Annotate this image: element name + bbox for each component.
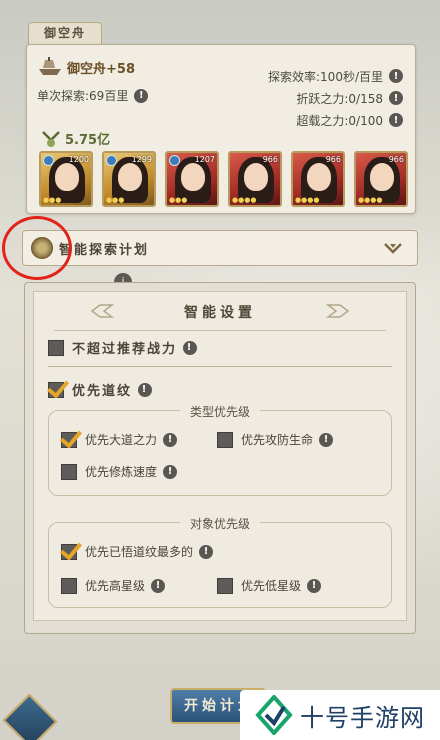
overload-power-text: 超载之力:0/100 [296,113,383,128]
hero-card[interactable]: 1207 ●●● [165,151,219,207]
settings-title: 智能设置 [184,305,256,321]
info-icon[interactable]: ! [319,432,334,447]
high-star-option[interactable]: 优先高星级 ! [61,577,166,594]
hero-level: 1200 [68,155,89,164]
highlight-circle [2,216,72,280]
ship-panel: 御空舟+58 单次探索:69百里 ! 探索效率:100秒/百里 ! 折跃之力:0… [26,44,416,214]
hero-card[interactable]: 966 ●●●● [228,151,282,207]
not-exceed-label: 不超过推荐战力 [72,342,178,357]
info-icon[interactable]: ! [307,578,322,593]
ship-name-row: 御空舟+58 [37,57,135,77]
not-exceed-power-option[interactable]: 不超过推荐战力 ! [48,338,198,357]
info-icon[interactable]: ! [163,464,178,479]
dao-power-label: 优先大道之力 [85,433,158,447]
leap-power-row: 折跃之力:0/158 ! [268,87,403,109]
ship-icon [37,57,63,77]
section-divider [48,366,392,367]
low-star-label: 优先低星级 [241,579,302,593]
info-icon[interactable]: ! [183,340,198,355]
star-icon: ●●●● [232,196,257,204]
info-icon[interactable]: ! [134,88,149,103]
prefer-dao-option[interactable]: 优先道纹 ! [48,380,153,399]
hero-level: 966 [388,155,404,164]
atk-def-life-checkbox[interactable] [217,431,233,448]
type-priority-group: 类型优先级 优先大道之力 ! 优先攻防生命 ! 优先修炼速度 ! [48,405,392,496]
most-dao-label: 优先已悟道纹最多的 [85,545,194,559]
ship-stats: 探索效率:100秒/百里 ! 折跃之力:0/158 ! 超载之力:0/100 ! [268,65,403,131]
ship-tab-title: 御空舟 [28,22,102,44]
info-icon[interactable]: ! [138,382,153,397]
info-icon[interactable]: ! [389,113,403,127]
plan-title: 智能探索计划 [59,242,150,258]
star-icon: ●●●● [295,196,320,204]
info-icon[interactable]: ! [151,578,166,593]
prefer-dao-checkbox[interactable] [48,381,64,398]
not-exceed-checkbox[interactable] [48,339,64,356]
ship-name: 御空舟+58 [67,61,135,77]
high-star-checkbox[interactable] [61,577,77,594]
cultivation-speed-option[interactable]: 优先修炼速度 ! [61,463,178,480]
explore-efficiency-row: 探索效率:100秒/百里 ! [268,65,403,87]
power-row: 5.75亿 [41,129,110,148]
hero-level: 1207 [194,155,215,164]
smart-settings-panel: 智能设置 不超过推荐战力 ! 优先道纹 ! 类型优先级 优先大道之力 ! 优先攻… [24,282,416,634]
settings-inner: 智能设置 不超过推荐战力 ! 优先道纹 ! 类型优先级 优先大道之力 ! 优先攻… [33,291,407,621]
element-badge-icon [169,155,180,166]
power-value: 5.75亿 [65,133,111,148]
info-icon[interactable]: ! [389,69,403,83]
atk-def-life-label: 优先攻防生命 [241,433,314,447]
most-dao-option[interactable]: 优先已悟道纹最多的 ! [61,543,214,560]
title-divider [54,330,386,331]
cultivation-speed-checkbox[interactable] [61,463,77,480]
target-priority-group: 对象优先级 优先已悟道纹最多的 ! 优先高星级 ! 优先低星级 ! [48,517,392,608]
info-icon[interactable]: ! [389,91,403,105]
hero-card[interactable]: 966 ●●●● [354,151,408,207]
hero-level: 1299 [131,155,152,164]
star-icon: ●●● [43,196,62,204]
wing-right-icon [326,304,350,318]
swords-icon [41,130,61,148]
most-dao-checkbox[interactable] [61,543,77,560]
element-badge-icon [43,155,54,166]
watermark-logo-icon [255,695,293,735]
hero-card[interactable]: 1299 ●●● [102,151,156,207]
cultivation-speed-label: 优先修炼速度 [85,465,158,479]
info-icon[interactable]: ! [199,544,214,559]
element-badge-icon [106,155,117,166]
single-explore-text: 单次探索:69百里 [37,89,129,103]
low-star-checkbox[interactable] [217,577,233,594]
hero-list: 1200 ●●● 1299 ●●● 1207 ●●● 966 ●●●● 966 ●●●● … [39,151,408,207]
hero-card[interactable]: 1200 ●●● [39,151,93,207]
prefer-dao-label: 优先道纹 [72,384,133,399]
hero-level: 966 [325,155,341,164]
info-icon[interactable]: ! [163,432,178,447]
atk-def-life-option[interactable]: 优先攻防生命 ! [217,431,334,448]
watermark-text: 十号手游网 [300,703,425,732]
watermark: 十号手游网 [240,690,440,740]
target-priority-label: 对象优先级 [179,517,260,531]
star-icon: ●●● [106,196,125,204]
single-explore-row: 单次探索:69百里 ! [37,87,149,104]
overload-power-row: 超载之力:0/100 ! [268,109,403,131]
dao-power-checkbox[interactable] [61,431,77,448]
explore-efficiency-text: 探索效率:100秒/百里 [268,69,383,84]
collapse-arrow-icon[interactable] [383,240,403,256]
low-star-option[interactable]: 优先低星级 ! [217,577,322,594]
hero-level: 966 [262,155,278,164]
hero-card[interactable]: 966 ●●●● [291,151,345,207]
smart-plan-bar[interactable]: 智能探索计划 [22,230,418,266]
star-icon: ●●● [169,196,188,204]
leap-power-text: 折跃之力:0/158 [296,91,383,106]
star-icon: ●●●● [358,196,383,204]
type-priority-label: 类型优先级 [179,405,260,419]
dao-power-option[interactable]: 优先大道之力 ! [61,431,178,448]
high-star-label: 优先高星级 [85,579,146,593]
